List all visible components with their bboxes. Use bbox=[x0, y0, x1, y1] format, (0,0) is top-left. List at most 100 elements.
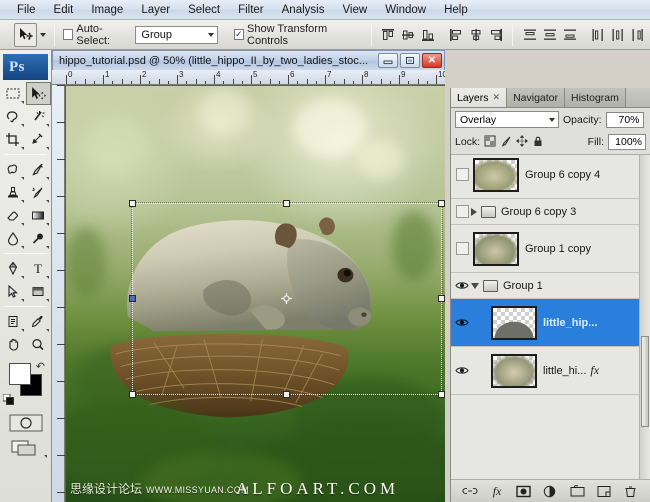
transform-handle-middle-right[interactable] bbox=[438, 295, 445, 302]
show-transform-checkbox[interactable]: ✓ bbox=[234, 29, 244, 40]
opacity-field[interactable]: 70% bbox=[606, 112, 644, 128]
lock-transparency-icon[interactable] bbox=[484, 135, 496, 150]
align-left-edges-button[interactable] bbox=[448, 26, 465, 44]
type-tool[interactable]: T bbox=[26, 257, 52, 280]
lasso-tool[interactable] bbox=[0, 105, 26, 128]
transform-handle-middle-left[interactable] bbox=[129, 295, 136, 302]
table-row[interactable]: little_hip... bbox=[451, 299, 650, 347]
path-selection-tool[interactable] bbox=[0, 280, 26, 303]
magic-wand-tool[interactable] bbox=[26, 105, 52, 128]
lock-image-icon[interactable] bbox=[500, 135, 512, 150]
layer-list-scrollbar[interactable] bbox=[639, 155, 650, 479]
brush-tool[interactable] bbox=[26, 158, 52, 181]
dodge-tool[interactable] bbox=[26, 227, 52, 250]
table-row[interactable]: Group 1 bbox=[451, 273, 650, 299]
move-tool[interactable] bbox=[26, 82, 52, 105]
menu-item-help[interactable]: Help bbox=[435, 2, 477, 18]
menu-item-window[interactable]: Window bbox=[376, 2, 435, 18]
notes-tool[interactable] bbox=[0, 310, 26, 333]
distribute-right-edges-button[interactable] bbox=[629, 26, 646, 44]
slice-tool[interactable] bbox=[26, 128, 52, 151]
restore-button[interactable] bbox=[400, 53, 420, 68]
align-top-edges-button[interactable] bbox=[380, 26, 397, 44]
close-button[interactable]: ✕ bbox=[422, 53, 442, 68]
hand-tool[interactable] bbox=[0, 333, 26, 356]
auto-select-checkbox[interactable] bbox=[63, 29, 73, 40]
eyedropper-tool[interactable] bbox=[26, 310, 52, 333]
scrollbar-thumb[interactable] bbox=[641, 336, 649, 427]
history-brush-tool[interactable] bbox=[26, 181, 52, 204]
move-tool-icon[interactable] bbox=[14, 23, 37, 47]
tab-layers[interactable]: Layers ✕ bbox=[451, 88, 507, 107]
auto-select-dropdown[interactable]: Group bbox=[135, 26, 218, 44]
visibility-toggle[interactable] bbox=[453, 205, 471, 218]
align-bottom-edges-button[interactable] bbox=[420, 26, 437, 44]
link-layers-icon[interactable] bbox=[461, 483, 479, 499]
distribute-left-edges-button[interactable] bbox=[590, 26, 607, 44]
vertical-ruler[interactable] bbox=[52, 85, 65, 502]
marquee-tool[interactable] bbox=[0, 82, 26, 105]
transform-bounding-box[interactable] bbox=[132, 203, 442, 395]
screen-mode-button[interactable] bbox=[0, 438, 51, 458]
new-group-icon[interactable] bbox=[568, 483, 586, 499]
horizontal-ruler[interactable]: 012345678910 bbox=[52, 70, 445, 85]
pen-tool[interactable] bbox=[0, 257, 26, 280]
minimize-button[interactable] bbox=[378, 53, 398, 68]
quick-mask-toggle[interactable] bbox=[0, 414, 51, 432]
blend-mode-dropdown[interactable]: Overlay bbox=[455, 111, 559, 128]
menu-item-analysis[interactable]: Analysis bbox=[273, 2, 334, 18]
menu-item-edit[interactable]: Edit bbox=[45, 2, 83, 18]
align-horizontal-centers-button[interactable] bbox=[468, 26, 485, 44]
tab-navigator[interactable]: Navigator bbox=[507, 88, 565, 107]
table-row[interactable]: Group 6 copy 3 bbox=[451, 199, 650, 225]
table-row[interactable]: Group 6 copy 4 bbox=[451, 155, 650, 199]
menu-item-view[interactable]: View bbox=[333, 2, 376, 18]
chevron-down-icon[interactable] bbox=[471, 283, 479, 289]
blur-tool[interactable] bbox=[0, 227, 26, 250]
menu-item-select[interactable]: Select bbox=[179, 2, 229, 18]
transform-handle-top-center[interactable] bbox=[283, 200, 290, 207]
shape-tool[interactable] bbox=[26, 280, 52, 303]
visibility-toggle[interactable] bbox=[453, 317, 471, 328]
canvas[interactable]: 思缘设计论坛 WWW.MISSYUAN.COM ALFOART.COM bbox=[66, 86, 445, 502]
align-vertical-centers-button[interactable] bbox=[400, 26, 417, 44]
layer-list[interactable]: Group 6 copy 5 Group 6 copy 4 Group 6 co… bbox=[451, 155, 650, 480]
swap-colors-icon[interactable]: ↶ bbox=[36, 360, 45, 373]
menu-item-file[interactable]: File bbox=[8, 2, 45, 18]
layer-style-fx-icon[interactable]: fx bbox=[590, 363, 599, 378]
visibility-toggle[interactable] bbox=[453, 242, 471, 255]
lock-position-icon[interactable] bbox=[516, 135, 528, 150]
default-colors-icon[interactable] bbox=[3, 394, 14, 405]
menu-item-filter[interactable]: Filter bbox=[229, 2, 273, 18]
align-right-edges-button[interactable] bbox=[488, 26, 505, 44]
close-icon[interactable]: ✕ bbox=[493, 92, 501, 103]
distribute-top-edges-button[interactable] bbox=[521, 26, 538, 44]
transform-handle-top-right[interactable] bbox=[438, 200, 445, 207]
menu-item-layer[interactable]: Layer bbox=[132, 2, 179, 18]
distribute-vertical-centers-button[interactable] bbox=[541, 26, 558, 44]
zoom-tool[interactable] bbox=[26, 333, 52, 356]
table-row[interactable]: Group 1 copy bbox=[451, 225, 650, 273]
chevron-right-icon[interactable] bbox=[471, 208, 477, 216]
crop-tool[interactable] bbox=[0, 128, 26, 151]
eraser-tool[interactable] bbox=[0, 204, 26, 227]
transform-handle-bottom-left[interactable] bbox=[129, 391, 136, 398]
visibility-toggle[interactable] bbox=[453, 365, 471, 376]
visibility-toggle[interactable] bbox=[453, 168, 471, 181]
transform-reference-point[interactable] bbox=[281, 293, 292, 304]
transform-handle-bottom-right[interactable] bbox=[438, 391, 445, 398]
transform-handle-bottom-center[interactable] bbox=[283, 391, 290, 398]
distribute-horizontal-centers-button[interactable] bbox=[609, 26, 626, 44]
distribute-bottom-edges-button[interactable] bbox=[561, 26, 578, 44]
foreground-color-swatch[interactable] bbox=[9, 363, 31, 385]
layer-style-fx-icon[interactable]: fx bbox=[488, 483, 506, 499]
gradient-tool[interactable] bbox=[26, 204, 52, 227]
adjustment-layer-icon[interactable] bbox=[541, 483, 559, 499]
lock-all-icon[interactable] bbox=[532, 135, 544, 150]
clone-stamp-tool[interactable] bbox=[0, 181, 26, 204]
healing-brush-tool[interactable] bbox=[0, 158, 26, 181]
document-title-bar[interactable]: hippo_tutorial.psd @ 50% (little_hippo_I… bbox=[52, 50, 445, 70]
new-layer-icon[interactable] bbox=[595, 483, 613, 499]
table-row[interactable]: little_hi... fx bbox=[451, 347, 650, 395]
tool-preset-chevron-icon[interactable] bbox=[40, 33, 46, 37]
